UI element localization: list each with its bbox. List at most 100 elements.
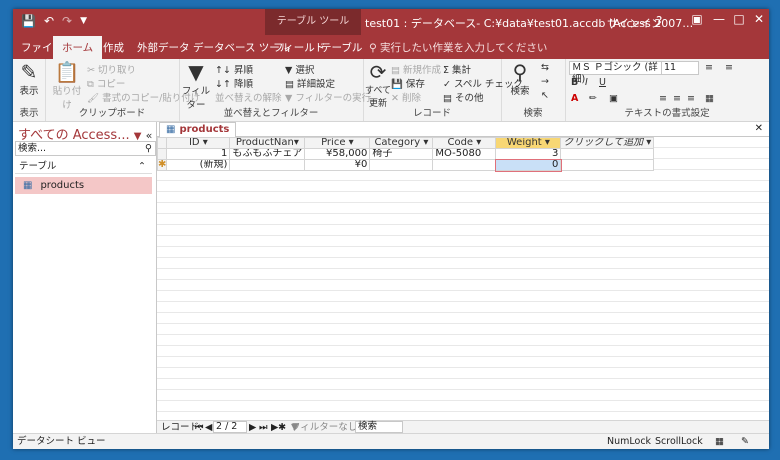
column-header-weight[interactable]: Weight ▾ — [495, 137, 562, 149]
save-record-button[interactable]: 💾 保存 — [391, 76, 425, 90]
doc-tab-products[interactable]: ▦ products — [159, 122, 237, 137]
dropdown-arrow-icon[interactable]: ▾ — [476, 139, 481, 148]
tell-me-box[interactable]: ⚲ 実行したい作業を入力してください — [369, 40, 547, 55]
bullets-icon[interactable]: ≡ — [705, 62, 713, 73]
minimize-button[interactable]: — — [709, 12, 729, 26]
nav-group-tables[interactable]: テーブル ⌃ — [15, 160, 152, 174]
sort-descending-button[interactable]: ↓↑ 降順 — [215, 76, 253, 90]
italic-button[interactable]: I — [585, 77, 588, 88]
record-selector[interactable] — [157, 148, 168, 160]
cell-add-new[interactable] — [560, 148, 655, 160]
refresh-all-button[interactable]: ⟳ すべて更新 — [365, 61, 391, 109]
sign-in-link[interactable]: サインイン — [607, 15, 662, 31]
record-search-input[interactable]: 検索 — [355, 421, 403, 433]
align-right-icon[interactable]: ≡ — [687, 93, 695, 104]
gridlines-icon[interactable]: ▦ — [705, 93, 714, 104]
new-record-button[interactable]: ▤ 新規作成 — [391, 62, 441, 76]
maximize-button[interactable]: □ — [729, 12, 749, 26]
dropdown-arrow-icon[interactable]: ▾ — [423, 139, 428, 148]
selection-filter-button[interactable]: ▼ 選択 — [285, 62, 314, 76]
advanced-filter-icon: ▤ — [285, 79, 297, 90]
cell-add-new-new[interactable] — [560, 159, 655, 171]
tab-external-data[interactable]: 外部データ — [137, 40, 190, 55]
align-left-icon[interactable]: ≡ — [659, 93, 667, 104]
fill-color-icon[interactable]: ▣ — [609, 93, 618, 104]
column-header-code[interactable]: Code ▾ — [432, 137, 497, 149]
font-size-select[interactable]: 11 — [661, 61, 699, 75]
sort-ascending-icon: ↑↓ — [215, 65, 234, 76]
cell-price[interactable]: ¥58,000 — [304, 148, 371, 160]
nav-item-products[interactable]: ▦ products — [15, 177, 152, 194]
tab-fields[interactable]: フィールド — [273, 40, 325, 55]
status-view: データシート ビュー — [17, 436, 106, 447]
dropdown-arrow-icon[interactable]: ▾ — [294, 139, 299, 148]
save-icon[interactable]: 💾 — [21, 14, 36, 28]
font-color-icon[interactable]: A — [571, 93, 578, 104]
cell-productname-new[interactable] — [229, 159, 306, 171]
cell-weight[interactable]: 3 — [495, 148, 562, 160]
cut-button[interactable]: ✂ 切り取り — [87, 62, 136, 76]
select-icon[interactable]: ↖ — [541, 90, 549, 101]
view-button[interactable]: ✎ 表示 — [15, 61, 43, 97]
cell-id[interactable]: 1 — [166, 148, 231, 160]
quick-access-toolbar: 💾 ↶ ↷ ▼ — [21, 14, 87, 28]
customize-qat-icon[interactable]: ▼ — [80, 16, 87, 26]
close-button[interactable]: ✕ — [749, 12, 769, 26]
dropdown-arrow-icon[interactable]: ▾ — [203, 139, 208, 148]
font-name-select[interactable]: ＭＳ Ｐゴシック (詳細) — [569, 61, 663, 85]
highlight-icon[interactable]: ✏ — [589, 93, 597, 104]
column-header-add-new[interactable]: クリックして追加 ▾ — [560, 137, 655, 149]
cell-id-new[interactable]: (新規) — [166, 159, 231, 171]
select-all-corner[interactable] — [157, 137, 168, 149]
table-row[interactable]: 1 もふもふチェア ¥58,000 椅子 MO-5080 3 — [157, 148, 655, 160]
tab-home[interactable]: ホーム — [53, 36, 103, 59]
copy-button[interactable]: ⧉ コピー — [87, 76, 125, 90]
column-header-price[interactable]: Price ▾ — [304, 137, 371, 149]
cell-price-new[interactable]: ¥0 — [304, 159, 371, 171]
group-label-sort-filter: 並べ替えとフィルター — [223, 108, 319, 119]
numbering-icon[interactable]: ≡ — [725, 62, 733, 73]
cell-code-new[interactable] — [432, 159, 497, 171]
record-navigation-bar: レコード: ⏮ ◀ 2 / 2 ▶ ⏭ ▶✱ ▼ フィルターなし 検索 — [157, 420, 769, 434]
close-document-icon[interactable]: ✕ — [755, 123, 763, 134]
cell-productname[interactable]: もふもふチェア — [229, 148, 306, 160]
cell-category[interactable]: 椅子 — [369, 148, 434, 160]
ribbon-display-options-icon[interactable]: ▣ — [687, 12, 707, 26]
tab-table[interactable]: テーブル — [321, 40, 362, 55]
new-record-row[interactable]: ✱ (新規) ¥0 0 — [157, 158, 655, 172]
toggle-filter-button[interactable]: ▼ フィルターの実行 — [285, 90, 371, 104]
more-button[interactable]: ▤ その他 — [443, 90, 484, 104]
dropdown-arrow-icon[interactable]: ▾ — [349, 139, 354, 148]
access-window: 💾 ↶ ↷ ▼ テーブル ツール test01 : データベース- C:¥dat… — [13, 9, 769, 449]
cell-category-new[interactable] — [369, 159, 434, 171]
redo-icon[interactable]: ↷ — [62, 14, 72, 28]
cell-code[interactable]: MO-5080 — [432, 148, 497, 160]
goto-icon[interactable]: → — [541, 76, 549, 87]
remove-sort-button[interactable]: 並べ替えの解除 — [215, 90, 282, 104]
undo-icon[interactable]: ↶ — [44, 14, 54, 28]
bold-button[interactable]: B — [571, 77, 578, 88]
design-view-icon[interactable]: ✎ — [741, 434, 749, 449]
paste-button[interactable]: 📋 貼り付け — [49, 61, 85, 111]
new-record-star-icon[interactable]: ✱ — [157, 159, 168, 171]
column-header-productname[interactable]: ProductNan▾ — [229, 137, 306, 149]
cell-weight-new[interactable]: 0 — [494, 158, 562, 172]
totals-button[interactable]: Σ 集計 — [443, 62, 471, 76]
filter-button[interactable]: ▼ フィルター — [179, 61, 213, 111]
help-button[interactable]: ? — [656, 14, 662, 28]
tab-create[interactable]: 作成 — [103, 40, 124, 55]
replace-icon[interactable]: ⇆ — [541, 62, 549, 73]
underline-button[interactable]: U — [599, 77, 606, 88]
dropdown-arrow-icon[interactable]: ▾ — [646, 139, 651, 148]
datasheet-view-icon[interactable]: ▦ — [715, 434, 724, 449]
align-center-icon[interactable]: ≡ — [673, 93, 681, 104]
advanced-filter-button[interactable]: ▤ 詳細設定 — [285, 76, 335, 90]
column-header-id[interactable]: ID ▾ — [166, 137, 231, 149]
dropdown-arrow-icon[interactable]: ▾ — [545, 139, 550, 148]
delete-record-button[interactable]: ✕ 削除 — [391, 90, 421, 104]
sort-ascending-button[interactable]: ↑↓ 昇順 — [215, 62, 253, 76]
current-record-input[interactable]: 2 / 2 — [213, 421, 247, 433]
nav-search-input[interactable]: 検索... ⚲ — [15, 141, 156, 156]
column-header-category[interactable]: Category ▾ — [369, 137, 434, 149]
find-button[interactable]: ⚲ 検索 — [503, 61, 537, 97]
